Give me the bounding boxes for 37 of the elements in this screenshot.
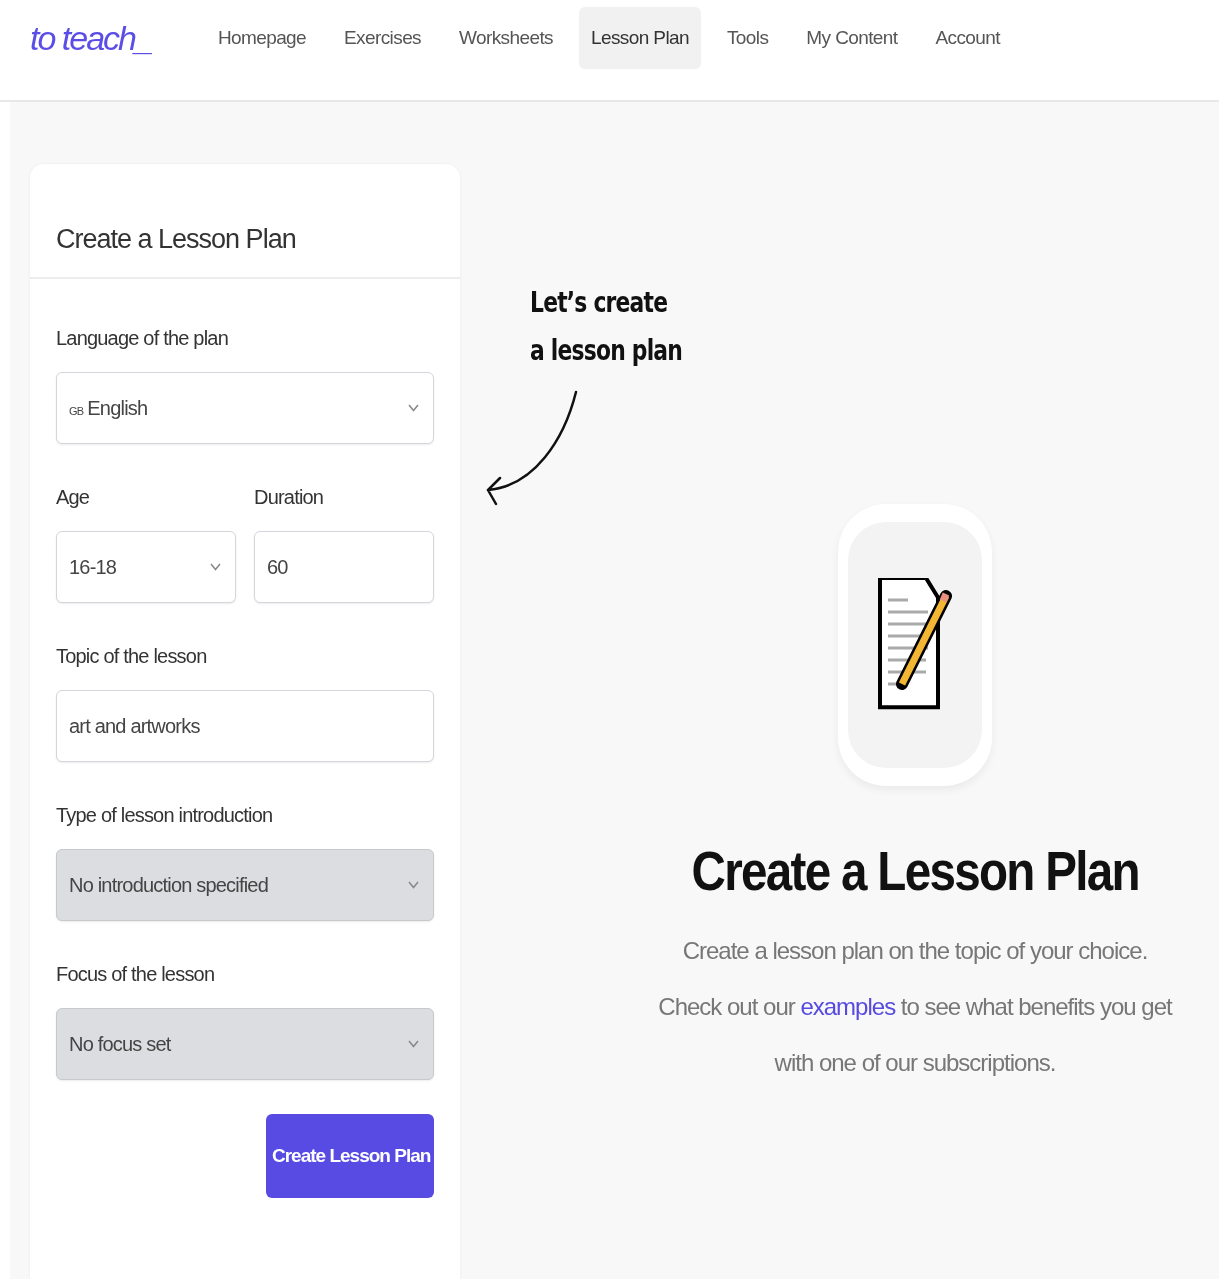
select-field[interactable]: 16-18 [56,531,236,603]
field-value: No introduction specified [69,873,268,897]
field-value: No focus set [69,1032,171,1056]
flag-code: GB [69,404,84,417]
input-field[interactable]: 60 [254,531,434,603]
curved-arrow-icon [484,390,579,508]
nav-tab[interactable]: Worksheets [447,7,565,69]
nav-tab[interactable]: Account [923,7,1012,69]
hero-title: Create a Lesson Plan [691,838,1139,903]
logo[interactable]: to teach_ [30,15,156,65]
field-label: Type of lesson introduction [56,804,274,827]
field-value: art and artworks [69,714,200,738]
field-label: Focus of the lesson [56,963,216,986]
form-title: Create a Lesson Plan [30,164,460,279]
nav-tab[interactable]: Lesson Plan [579,7,701,69]
chevron-down-icon [408,404,419,412]
nav-tab[interactable]: Homepage [205,7,319,69]
hero-description: Create a lesson plan on the topic of your choice. Check out our examples to see what benefits you get with one of our subscriptions. [657,936,1174,1078]
examples-link[interactable]: examples [800,993,896,1020]
field-value: English [87,396,148,419]
field-value: 16-18 [69,555,117,579]
chevron-down-icon [408,1040,419,1048]
chevron-down-icon [210,563,221,571]
nav-tab[interactable]: Exercises [332,7,433,69]
input-field[interactable]: art and artworks [56,690,434,762]
field-label: Topic of the lesson [56,645,208,668]
document-pencil-icon [878,578,952,712]
nav-tab[interactable]: My Content [794,7,910,69]
create-button[interactable]: Create Lesson Plan [266,1114,434,1198]
field-label: Age [56,486,91,509]
chevron-down-icon [408,881,419,889]
select-field[interactable]: GB English [56,372,434,444]
callout-text: Let’s create a lesson plan [530,285,683,369]
field-label: Duration [254,486,325,509]
field-label: Language of the plan [56,327,229,350]
field-value: 60 [267,555,288,579]
nav-tab[interactable]: Tools [714,7,781,69]
